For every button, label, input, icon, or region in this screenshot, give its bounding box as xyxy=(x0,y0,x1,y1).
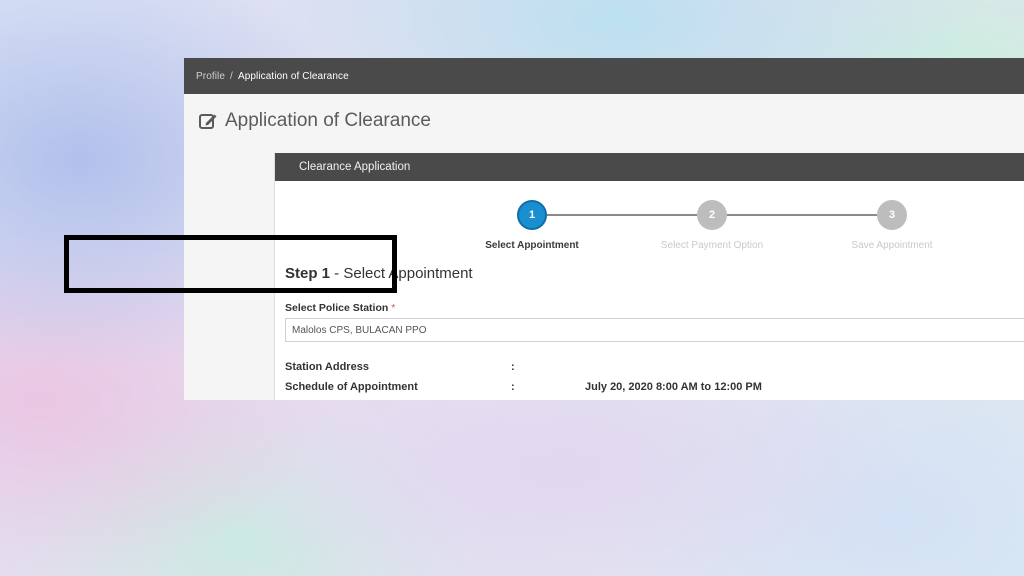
breadcrumb: Profile / Application of Clearance xyxy=(184,58,1024,94)
schedule-value: July 20, 2020 8:00 AM to 12:00 PM xyxy=(585,381,762,393)
step-3-circle[interactable]: 3 xyxy=(877,200,907,230)
step-2-circle[interactable]: 2 xyxy=(697,200,727,230)
screenshot-window: Profile / Application of Clearance Appli… xyxy=(184,58,1024,400)
step-connector xyxy=(727,214,877,216)
step-connector xyxy=(547,214,697,216)
step-1-circle[interactable]: 1 xyxy=(517,200,547,230)
police-station-select[interactable] xyxy=(285,318,1024,342)
station-field-label: Select Police Station * xyxy=(285,302,395,314)
schedule-label: Schedule of Appointment xyxy=(285,381,418,393)
station-label-text: Select Police Station xyxy=(285,302,389,314)
edit-icon xyxy=(199,114,217,129)
step-3-label: Save Appointment xyxy=(851,240,933,251)
page-title: Application of Clearance xyxy=(198,110,431,132)
breadcrumb-profile-link[interactable]: Profile xyxy=(196,71,225,82)
highlight-box xyxy=(64,235,397,293)
step-2-label: Select Payment Option xyxy=(660,240,764,251)
station-address-colon: : xyxy=(511,361,515,373)
breadcrumb-current: Application of Clearance xyxy=(237,70,349,82)
step-1-label: Select Appointment xyxy=(485,240,579,251)
schedule-colon: : xyxy=(511,381,515,393)
page-title-text: Application of Clearance xyxy=(225,110,431,131)
required-mark: * xyxy=(391,302,396,314)
breadcrumb-separator: / xyxy=(230,70,233,82)
panel-header: Clearance Application xyxy=(275,153,1024,181)
station-address-label: Station Address xyxy=(285,361,369,373)
